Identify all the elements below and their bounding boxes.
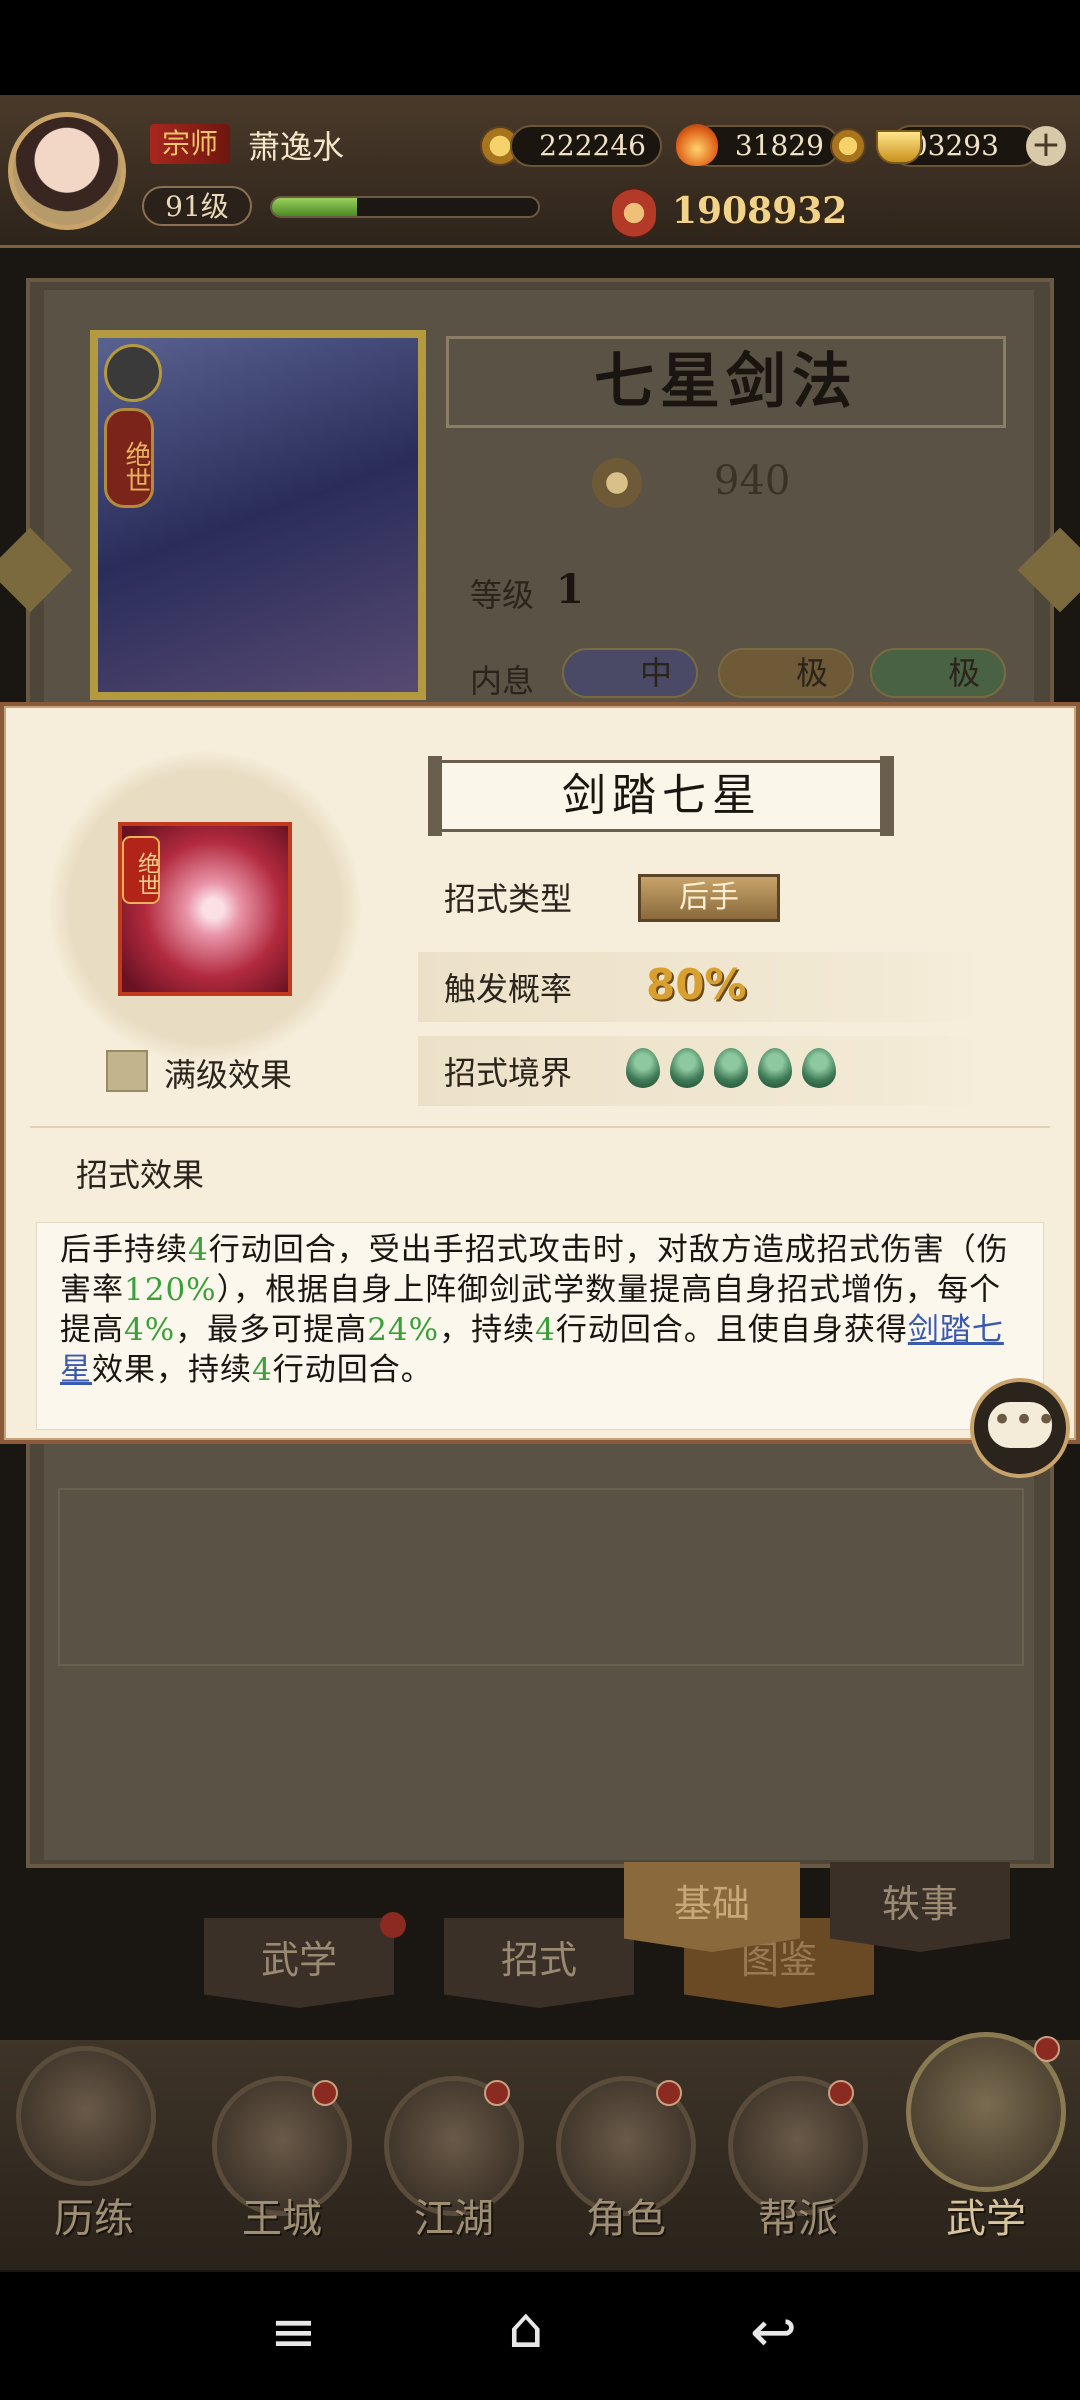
realm-tadpole-icon — [626, 1048, 660, 1088]
menu-icon[interactable]: ≡ — [270, 2300, 317, 2365]
skill-title: 七星剑法 — [594, 347, 858, 417]
tab-wuxue[interactable]: 武学 — [204, 1918, 394, 2008]
trigger-value: 80% — [646, 960, 747, 1009]
neixi-label: 内息 — [470, 662, 535, 700]
avatar[interactable] — [8, 112, 126, 230]
neixi-pill-3: 极 — [870, 648, 1006, 698]
move-icon-rank-tag: 绝世 — [122, 836, 160, 904]
trigger-label: 触发概率 — [444, 970, 573, 1008]
tab-wuxue-notification-dot — [380, 1912, 406, 1938]
coins-value: 222246 — [510, 125, 662, 167]
combat-power-icon — [612, 188, 656, 238]
tab-zhaoshi[interactable]: 招式 — [444, 1918, 634, 2008]
card-emblem-icon — [104, 344, 162, 402]
exp-bar — [270, 196, 540, 218]
nav-wuxue-notification-dot — [1034, 2036, 1060, 2062]
player-level: 91级 — [142, 186, 252, 226]
tab-yishi[interactable]: 轶事 — [830, 1862, 1010, 1952]
realm-tadpoles — [626, 1048, 836, 1088]
neixi-pill-2: 极 — [718, 648, 854, 698]
realm-tadpole-icon — [714, 1048, 748, 1088]
move-type-badge: 后手 — [638, 874, 780, 922]
move-title: 剑踏七星 — [562, 770, 762, 821]
neixi-pill-1: 中 — [562, 648, 698, 698]
effects-description: 后手持续4行动回合，受出手招式攻击时，对敌方造成招式伤害（伤害率120%），根据… — [60, 1232, 1009, 1388]
tab-jichu[interactable]: 基础 — [624, 1862, 800, 1952]
nav-juese-label[interactable]: 角色 — [546, 2186, 706, 2244]
card-rank-tag: 绝世 — [104, 408, 154, 508]
rank-badge: 宗师 — [150, 124, 230, 164]
max-level-checkbox[interactable] — [106, 1050, 148, 1092]
home-icon[interactable]: ⌂ — [508, 2296, 544, 2361]
chat-dots-icon[interactable]: ••• — [992, 1400, 1056, 1440]
nav-bangpai-notification-dot — [828, 2080, 854, 2106]
nav-lilian-icon[interactable] — [16, 2046, 156, 2186]
skill-slot-area — [58, 1488, 1024, 1666]
skill-power-icon — [592, 458, 642, 508]
exp-bar-fill — [272, 198, 358, 216]
effects-title: 招式效果 — [76, 1156, 205, 1194]
back-icon[interactable]: ↩ — [750, 2300, 797, 2365]
player-name: 萧逸水 — [248, 128, 345, 166]
nav-lilian-label[interactable]: 历练 — [14, 2186, 174, 2244]
skill-power-value: 940 — [714, 458, 791, 504]
nav-wuxue-label[interactable]: 武学 — [906, 2186, 1066, 2244]
nav-bangpai-label[interactable]: 帮派 — [718, 2186, 878, 2244]
realm-label: 招式境界 — [444, 1054, 573, 1092]
gold-ingot-icon — [876, 130, 922, 164]
realm-tadpole-icon — [758, 1048, 792, 1088]
add-currency-button[interactable]: + — [1026, 126, 1066, 166]
move-type-label: 招式类型 — [444, 880, 573, 918]
level-value: 1 — [556, 566, 584, 613]
status-bar — [0, 0, 1080, 95]
nav-wangcheng-label[interactable]: 王城 — [202, 2186, 362, 2244]
level-label: 等级 — [470, 576, 535, 614]
silver-coin-icon — [830, 128, 866, 164]
max-level-label[interactable]: 满级效果 — [164, 1050, 292, 1096]
nav-juese-notification-dot — [656, 2080, 682, 2106]
nav-wangcheng-notification-dot — [312, 2080, 338, 2106]
nav-jianghu-notification-dot — [484, 2080, 510, 2106]
flame-icon — [676, 124, 718, 166]
combat-power-value: 1908932 — [672, 190, 848, 232]
realm-tadpole-icon — [670, 1048, 704, 1088]
modal-divider — [30, 1126, 1050, 1128]
realm-tadpole-icon — [802, 1048, 836, 1088]
nav-jianghu-label[interactable]: 江湖 — [374, 2186, 534, 2244]
